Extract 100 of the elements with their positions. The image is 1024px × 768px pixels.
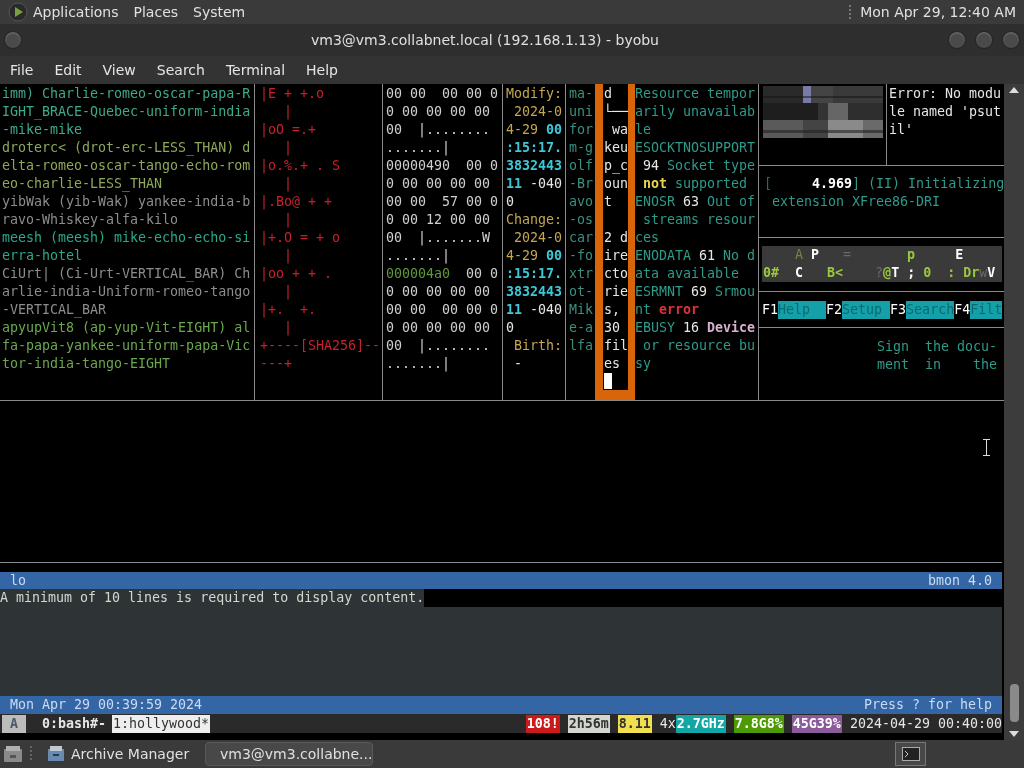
- terminal-line: keu: [604, 139, 629, 157]
- terminal-line: 00000490 00 0: [386, 157, 499, 175]
- menu-item[interactable]: Help: [306, 59, 338, 81]
- function-key: F1: [762, 300, 778, 319]
- terminal-line: es: [604, 355, 620, 373]
- terminal-line: .......|: [386, 355, 451, 373]
- terminal-line: ENODATA 61 No d: [635, 247, 756, 265]
- terminal-line: arily unavailab: [635, 103, 756, 121]
- terminal-line: fa-papa-yankee-uniform-papa-Vic: [2, 337, 251, 355]
- terminal-line: A P = p E: [794, 246, 964, 264]
- terminal-line: |E + +.o: [260, 85, 325, 103]
- panel-menu[interactable]: Applications: [33, 1, 119, 23]
- terminal-line: 0 00 12 00 00: [386, 211, 491, 229]
- terminal-line: |: [283, 319, 293, 337]
- menu-item[interactable]: View: [102, 59, 136, 81]
- terminal-line: 00 00 57 00 0: [386, 193, 499, 211]
- terminal-line: 0 00 00 00 00: [386, 103, 491, 121]
- terminal-line: apyupVit8 (ap-yup-Vit-EIGHT) al: [2, 319, 251, 337]
- terminal-line: 2024-0: [513, 229, 563, 247]
- window-tab[interactable]: 0:bash#-: [42, 714, 107, 733]
- terminal-line: cto: [604, 265, 629, 283]
- terminal-line: s,: [604, 301, 620, 319]
- terminal-line: 0 00 00 00 00: [386, 175, 491, 193]
- scrollbar-thumb[interactable]: [1010, 684, 1019, 722]
- terminal-line: 00 |........: [386, 337, 491, 355]
- play-icon[interactable]: [8, 2, 28, 22]
- terminal-line: Change:: [506, 211, 563, 229]
- terminal-line: rie: [604, 283, 629, 301]
- terminal-line: |: [283, 283, 293, 301]
- terminal-line: -mike-mike: [2, 121, 83, 139]
- terminal-line: |: [283, 139, 293, 157]
- panel-menu[interactable]: Places: [133, 1, 179, 23]
- terminal-launcher[interactable]: [895, 742, 926, 766]
- status-prefix: 4x: [659, 714, 676, 733]
- terminal-line: elta-romeo-oscar-tango-echo-rom: [2, 157, 251, 175]
- terminal-line: xtr: [569, 265, 594, 283]
- terminal-line: |.Bo@ + +: [260, 193, 333, 211]
- terminal-line: d: [604, 85, 612, 103]
- terminal-line: 11 -040: [506, 175, 563, 193]
- terminal-line: Sign the docu-: [876, 338, 997, 356]
- terminal-line: ma-: [569, 85, 594, 103]
- drawer-icon[interactable]: [2, 744, 24, 764]
- function-key: F3: [890, 300, 907, 319]
- terminal-line: wa: [611, 121, 629, 139]
- terminal-line: avo: [569, 193, 594, 211]
- terminal-line: |: [283, 103, 293, 121]
- terminal-line: 0 00 00 00 00: [386, 319, 491, 337]
- scrollbar[interactable]: [1004, 84, 1024, 740]
- terminal-line: :15:17.: [506, 139, 563, 157]
- terminal-line: 3832443: [506, 283, 563, 301]
- terminal-line: 00 00 00 00 0: [386, 85, 499, 103]
- terminal-line: not supported: [642, 175, 748, 193]
- panel-menu[interactable]: System: [193, 1, 246, 23]
- task-button[interactable]: Archive Manager: [39, 742, 199, 766]
- scroll-up-icon[interactable]: [1009, 87, 1019, 93]
- terminal-line: -os: [569, 211, 594, 229]
- terminal-line: il': [889, 121, 914, 139]
- terminal-line: droterc< (drot-erc-LESS_THAN) d: [2, 139, 251, 157]
- clock[interactable]: Mon Apr 29, 12:40 AM: [860, 1, 1016, 23]
- terminal-line: ENOSR 63 Out of: [635, 193, 756, 211]
- terminal-line: 2 d: [604, 229, 629, 247]
- menu-item[interactable]: Search: [156, 59, 205, 81]
- terminal-line: [ 4.969] (II) Initializing: [764, 175, 1005, 193]
- menu-item[interactable]: File: [10, 59, 34, 81]
- function-key: F4: [954, 300, 971, 319]
- terminal-line: erra-hotel: [2, 247, 83, 265]
- terminal-line: 0# C B< ?@T ; 0 : DrwV: [763, 264, 996, 282]
- terminal-line: fil: [604, 337, 629, 355]
- maximize-button[interactable]: [975, 31, 993, 49]
- grip-icon: [30, 745, 33, 763]
- close-button[interactable]: [1002, 31, 1020, 49]
- window-menu-button[interactable]: [4, 31, 22, 49]
- terminal-line: olf: [569, 157, 594, 175]
- terminal-line: IGHT_BRACE-Quebec-uniform-india: [2, 103, 251, 121]
- menu-item[interactable]: Terminal: [225, 59, 286, 81]
- terminal-line: CiUrt| (Ci-Urt-VERTICAL_BAR) Ch: [2, 265, 251, 283]
- terminal-line: oun: [604, 175, 629, 193]
- terminal-line: |+. +.: [260, 301, 317, 319]
- terminal-line: imm) Charlie-romeo-oscar-papa-R: [2, 85, 251, 103]
- terminal-line: -Br: [569, 175, 594, 193]
- terminal-line: for: [569, 121, 594, 139]
- terminal-line: 000004a0 00 0: [386, 265, 499, 283]
- window-tab[interactable]: 1:hollywood*: [112, 714, 211, 733]
- status-indicator: 2h56m: [567, 714, 610, 733]
- task-button[interactable]: vm3@vm3.collabne...: [205, 742, 373, 766]
- terminal-line: m-g: [569, 139, 594, 157]
- status-indicator: 45G39%: [791, 714, 842, 733]
- menu-item[interactable]: Edit: [54, 59, 82, 81]
- terminal-line: 00 00 00 00 0: [386, 301, 499, 319]
- terminal-line: |oo + + .: [260, 265, 333, 283]
- scroll-down-icon[interactable]: [1009, 731, 1019, 737]
- terminal-line: 94 Socket type: [642, 157, 756, 175]
- terminal-line: yibWak (yib-Wak) yankee-india-b: [2, 193, 251, 211]
- terminal-line: Mik: [569, 301, 594, 319]
- terminal-line: :15:17.: [506, 265, 563, 283]
- minimize-button[interactable]: [948, 31, 966, 49]
- terminal-line: 0: [506, 193, 514, 211]
- terminal-line: ire: [604, 247, 629, 265]
- terminal-line: p_c: [604, 157, 629, 175]
- terminal-line: 2024-0: [513, 103, 563, 121]
